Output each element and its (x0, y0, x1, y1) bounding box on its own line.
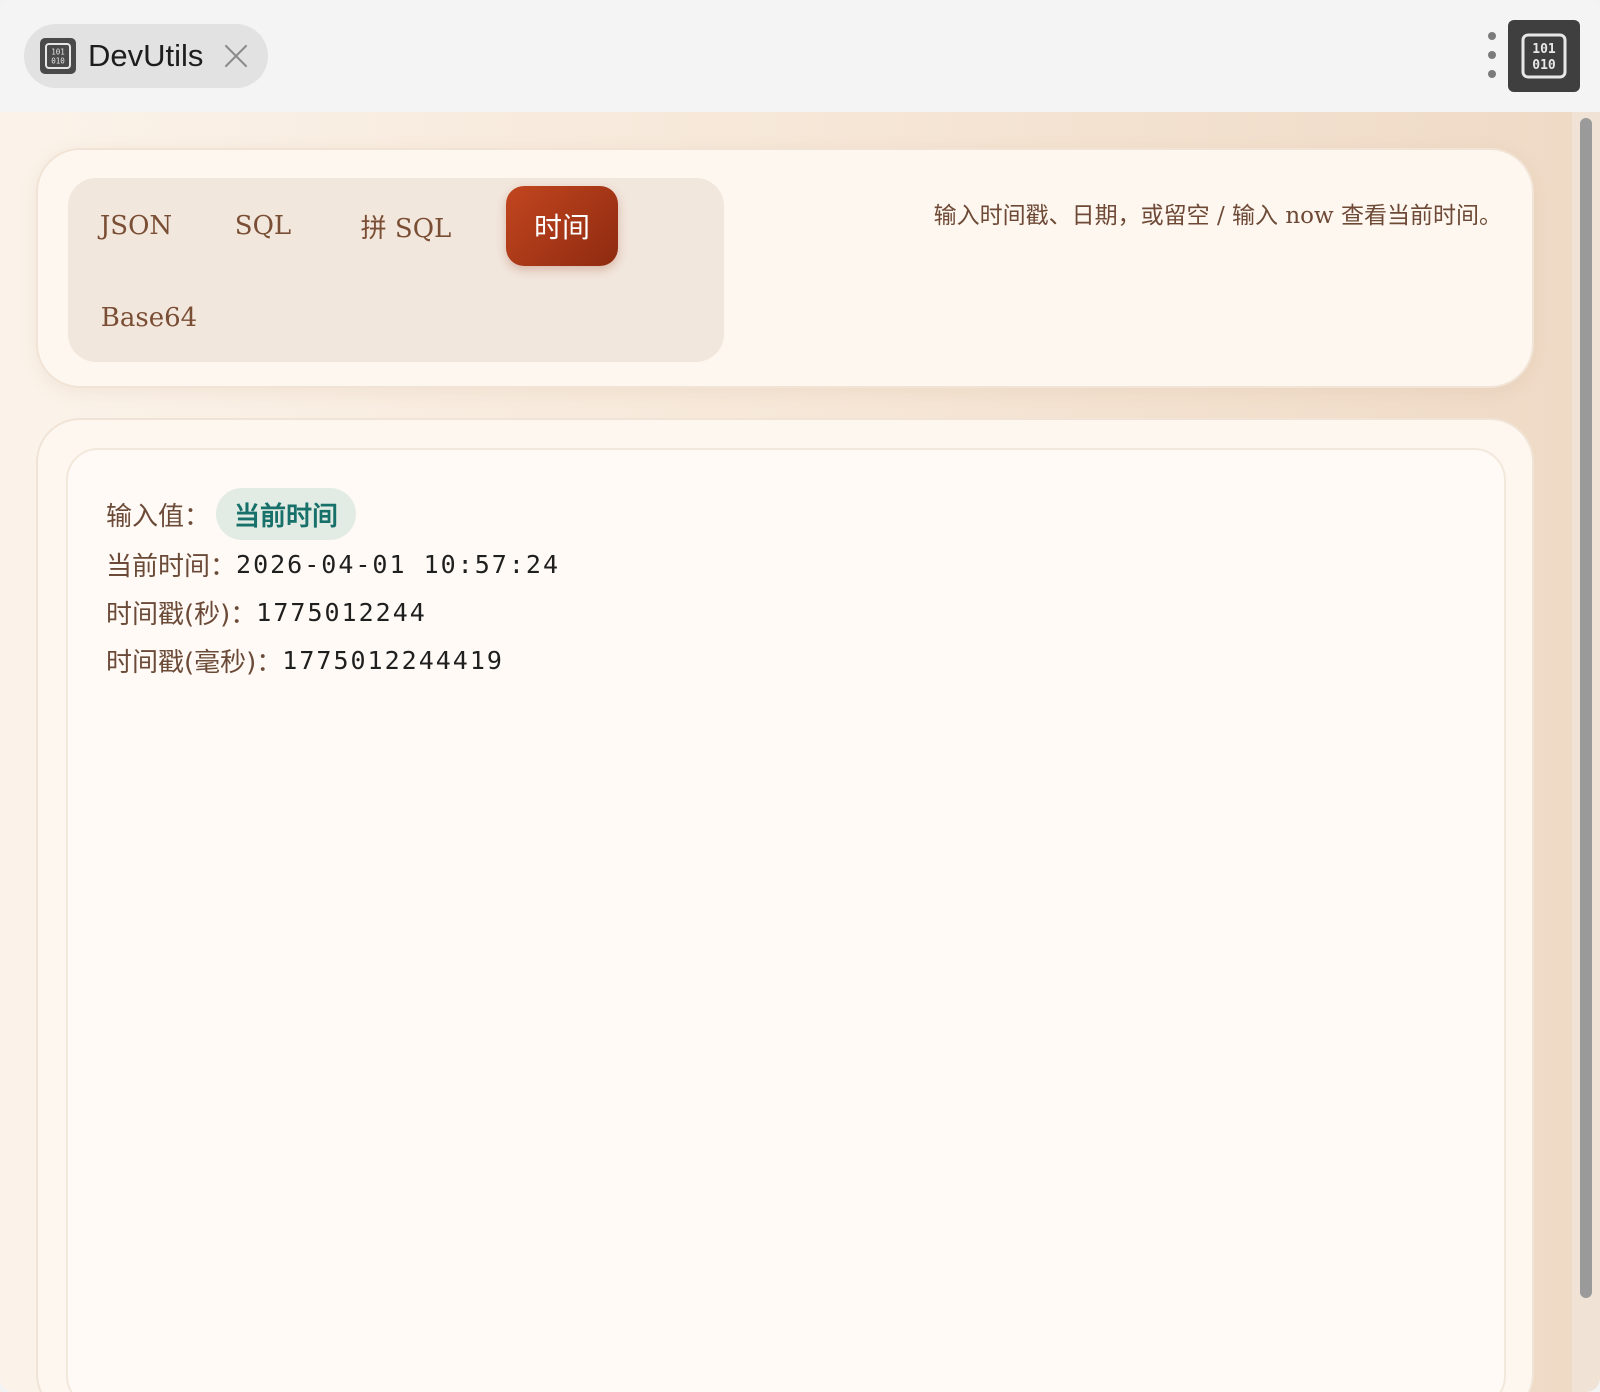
timestamp-seconds-row: 时间戳(秒)： 1775012244 (106, 592, 427, 632)
title-bar: 101 010 DevUtils 101 010 (0, 0, 1600, 112)
svg-text:010: 010 (51, 57, 65, 66)
svg-text:010: 010 (1532, 58, 1556, 73)
timestamp-ms-value: 1775012244419 (282, 645, 504, 675)
tool-nav: JSON SQL 拼 SQL 时间 Base64 (68, 178, 724, 362)
nav-item-concat-sql[interactable]: 拼 SQL (348, 186, 464, 266)
nav-item-sql[interactable]: SQL (226, 186, 300, 266)
hint-text: 输入时间戳、日期，或留空 / 输入 now 查看当前时间。 (933, 203, 1502, 229)
input-label: 输入值： (106, 501, 211, 532)
scrollbar[interactable] (1572, 112, 1600, 1392)
result-card: 输入值： 当前时间 当前时间： 2026-04-01 10:57:24 时间戳(… (36, 418, 1534, 1392)
app-window: 101 010 DevUtils 101 010 JSON SQL 拼 SQL (0, 0, 1600, 1392)
nav-item-base64[interactable]: Base64 (94, 278, 204, 358)
current-time-value: 2026-04-01 10:57:24 (236, 549, 560, 579)
app-binary-icon[interactable]: 101 010 (1508, 20, 1580, 92)
kebab-menu-icon[interactable] (1484, 32, 1500, 78)
svg-text:101: 101 (1532, 42, 1556, 57)
binary-icon: 101 010 (40, 38, 76, 74)
result-panel: 输入值： 当前时间 当前时间： 2026-04-01 10:57:24 时间戳(… (66, 448, 1506, 1392)
tab-title: DevUtils (88, 38, 204, 73)
scrollbar-thumb[interactable] (1580, 118, 1592, 1298)
svg-text:101: 101 (51, 48, 65, 57)
tab-devutils[interactable]: 101 010 DevUtils (24, 24, 268, 88)
nav-item-time[interactable]: 时间 (506, 186, 618, 266)
timestamp-seconds-label: 时间戳(秒)： (106, 599, 257, 630)
current-time-row: 当前时间： 2026-04-01 10:57:24 (106, 544, 560, 584)
timestamp-ms-label: 时间戳(毫秒)： (106, 647, 283, 678)
timestamp-seconds-value: 1775012244 (256, 597, 427, 627)
content-area: JSON SQL 拼 SQL 时间 Base64 输入时间戳、日期，或留空 / … (0, 112, 1572, 1392)
toolbar-card: JSON SQL 拼 SQL 时间 Base64 输入时间戳、日期，或留空 / … (36, 148, 1534, 388)
close-icon[interactable] (223, 43, 249, 69)
timestamp-ms-row: 时间戳(毫秒)： 1775012244419 (106, 640, 504, 680)
nav-item-json[interactable]: JSON (94, 186, 178, 266)
input-badge: 当前时间 (216, 488, 357, 540)
input-row: 输入值： 当前时间 (106, 486, 357, 542)
current-time-label: 当前时间： (106, 551, 237, 582)
